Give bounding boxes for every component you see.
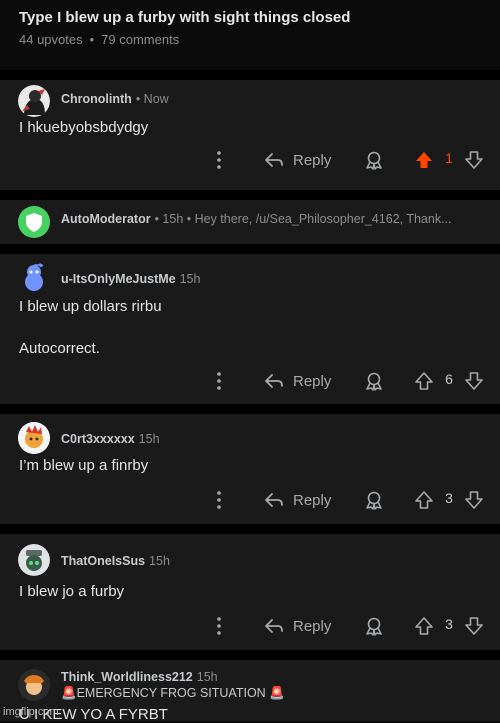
snoo-avatar-icon [25, 263, 43, 291]
more-options-icon[interactable] [212, 615, 226, 637]
vote-count: 3 [445, 616, 453, 632]
reply-icon [265, 493, 283, 507]
comment: ThatOneIsSus 15h I blew jo a furby Reply … [0, 534, 500, 650]
upvote-icon[interactable] [414, 371, 434, 391]
vote-count: 6 [445, 371, 453, 387]
avatar-icon [18, 544, 50, 576]
comment-author-line: Think_Worldliness212 15h [61, 670, 218, 684]
reply-icon [265, 153, 283, 167]
vote-count: 1 [445, 150, 453, 166]
downvote-icon[interactable] [464, 616, 484, 636]
avatar[interactable] [18, 422, 50, 454]
avatar[interactable] [18, 262, 50, 294]
downvote-icon[interactable] [464, 371, 484, 391]
reply-icon [265, 374, 283, 388]
comment: u-ItsOnlyMeJustMe 15h I blew up dollars r… [0, 254, 500, 404]
comment: Think_Worldliness212 15h 🚨EMERGENCY FROG … [0, 660, 500, 723]
comment-preview: • 15h • Hey there, /u/Sea_Philosopher_41… [154, 212, 452, 226]
comment-text: Autocorrect. [19, 340, 100, 357]
upvote-icon[interactable] [414, 616, 434, 636]
comment-text: I hkuebyobsbdydgy [19, 119, 149, 136]
comment-text: I blew jo a furby [19, 583, 125, 600]
comment-text: I’m blew up a finrby [19, 457, 149, 474]
divider [0, 650, 500, 660]
award-icon[interactable] [364, 150, 384, 170]
comment-author[interactable]: Chronolinth [61, 92, 132, 106]
avatar[interactable] [18, 544, 50, 576]
divider [0, 244, 500, 254]
comment-text: I blew up dollars rirbu [19, 298, 162, 315]
reply-button[interactable]: Reply [264, 149, 331, 171]
award-icon[interactable] [364, 371, 384, 391]
vote-count: 3 [445, 490, 453, 506]
award-icon[interactable] [364, 490, 384, 510]
avatar[interactable] [18, 85, 50, 117]
reply-icon [265, 619, 283, 633]
comment-collapsed[interactable]: AutoModerator • 15h • Hey there, /u/Sea_P… [0, 200, 500, 244]
reply-button[interactable]: Reply [264, 615, 331, 637]
comment-time: 15h [196, 670, 218, 684]
comment-time: 15h [138, 432, 160, 446]
post-title[interactable]: Type I blew up a furby with sight things… [19, 9, 350, 26]
comment: Chronolinth • Now I hkuebyobsbdydgy Reply… [0, 80, 500, 190]
downvote-icon[interactable] [464, 150, 484, 170]
avatar-icon [18, 85, 50, 117]
watermark: imgflip.com [3, 706, 59, 718]
upvote-icon[interactable] [414, 490, 434, 510]
comment-author[interactable]: u-ItsOnlyMeJustMe [61, 272, 176, 286]
comment-time: 15h [179, 272, 201, 286]
upvote-count: 44 upvotes [19, 32, 83, 47]
avatar[interactable] [18, 669, 50, 701]
comment-actions: Reply 3 [0, 485, 500, 515]
comment-author-line: AutoModerator • 15h • Hey there, /u/Sea_P… [61, 212, 452, 226]
post-header: Type I blew up a furby with sight things… [0, 0, 500, 70]
comment-author[interactable]: ThatOneIsSus [61, 554, 145, 568]
comment-author[interactable]: C0rt3xxxxxx [61, 432, 135, 446]
comment-actions: Reply 6 [0, 366, 500, 396]
comment-count: 79 comments [101, 32, 180, 47]
comment-author-line: ThatOneIsSus 15h [61, 554, 170, 568]
comment-author[interactable]: AutoModerator [61, 212, 151, 226]
divider [0, 404, 500, 414]
comment: C0rt3xxxxxx 15h I’m blew up a finrby Repl… [0, 414, 500, 524]
comment-author-line: C0rt3xxxxxx 15h [61, 432, 160, 446]
divider [0, 70, 500, 80]
comment-actions: Reply 1 [0, 145, 500, 175]
avatar-icon [18, 669, 50, 701]
reply-button[interactable]: Reply [264, 370, 331, 392]
award-icon[interactable] [364, 616, 384, 636]
downvote-icon[interactable] [464, 490, 484, 510]
comment-time: 15h [149, 554, 170, 568]
comment-actions: Reply 3 [0, 611, 500, 641]
more-options-icon[interactable] [212, 489, 226, 511]
post-meta: 44 upvotes • 79 comments [19, 32, 180, 47]
comment-author-line: u-ItsOnlyMeJustMe 15h [61, 272, 200, 286]
divider [0, 190, 500, 200]
avatar-icon [18, 422, 50, 454]
upvote-icon[interactable] [414, 150, 434, 170]
comment-author-line: Chronolinth • Now [61, 92, 169, 106]
more-options-icon[interactable] [212, 149, 226, 171]
shield-icon [26, 213, 42, 232]
comment-time: • Now [135, 92, 169, 106]
comment-author[interactable]: Think_Worldliness212 [61, 670, 193, 684]
more-options-icon[interactable] [212, 370, 226, 392]
reply-button[interactable]: Reply [264, 489, 331, 511]
divider [0, 524, 500, 534]
user-flair: 🚨EMERGENCY FROG SITUATION 🚨 [61, 686, 285, 700]
avatar[interactable] [18, 206, 50, 238]
